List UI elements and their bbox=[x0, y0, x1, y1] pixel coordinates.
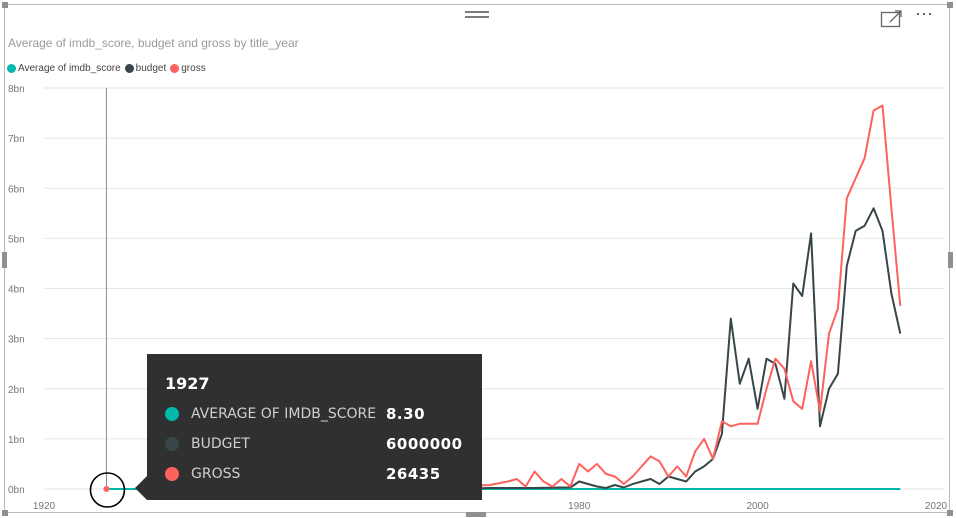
tooltip-value: 6000000 bbox=[386, 435, 463, 453]
y-tick-label: 2bn bbox=[8, 385, 25, 396]
tooltip-row-imdb-score: AVERAGE OF IMDB_SCORE 8.30 bbox=[165, 404, 465, 424]
tooltip-label: GROSS bbox=[191, 466, 241, 482]
tooltip-pointer bbox=[135, 476, 147, 500]
tooltip-row-budget: BUDGET 6000000 bbox=[165, 434, 465, 454]
y-tick-label: 0bn bbox=[8, 485, 25, 496]
y-tick-label: 4bn bbox=[8, 285, 25, 296]
series-line-budget bbox=[454, 207, 902, 490]
y-tick-label: 6bn bbox=[8, 184, 25, 195]
y-tick-label: 3bn bbox=[8, 335, 25, 346]
hover-point-marker bbox=[103, 486, 110, 492]
y-tick-label: 5bn bbox=[8, 234, 25, 245]
x-tick-label: 1920 bbox=[33, 501, 56, 512]
data-tooltip: 1927 AVERAGE OF IMDB_SCORE 8.30 BUDGET 6… bbox=[135, 354, 482, 500]
x-tick-label: 1980 bbox=[568, 501, 591, 512]
y-tick-label: 8bn bbox=[8, 84, 25, 95]
series-line-gross bbox=[454, 104, 902, 488]
tooltip-dot-icon bbox=[165, 407, 179, 421]
tooltip-dot-icon bbox=[165, 467, 179, 481]
tooltip-row-gross: GROSS 26435 bbox=[165, 464, 465, 484]
tooltip-year: 1927 bbox=[165, 374, 210, 393]
tooltip-value: 8.30 bbox=[386, 405, 426, 423]
y-tick-label: 7bn bbox=[8, 134, 25, 145]
tooltip-label: BUDGET bbox=[191, 436, 250, 452]
y-tick-label: 1bn bbox=[8, 435, 25, 446]
tooltip-value: 26435 bbox=[386, 465, 441, 483]
tooltip-label: AVERAGE OF IMDB_SCORE bbox=[191, 406, 377, 422]
x-tick-label: 2020 bbox=[925, 501, 948, 512]
tooltip-dot-icon bbox=[165, 437, 179, 451]
x-tick-label: 2000 bbox=[746, 501, 769, 512]
